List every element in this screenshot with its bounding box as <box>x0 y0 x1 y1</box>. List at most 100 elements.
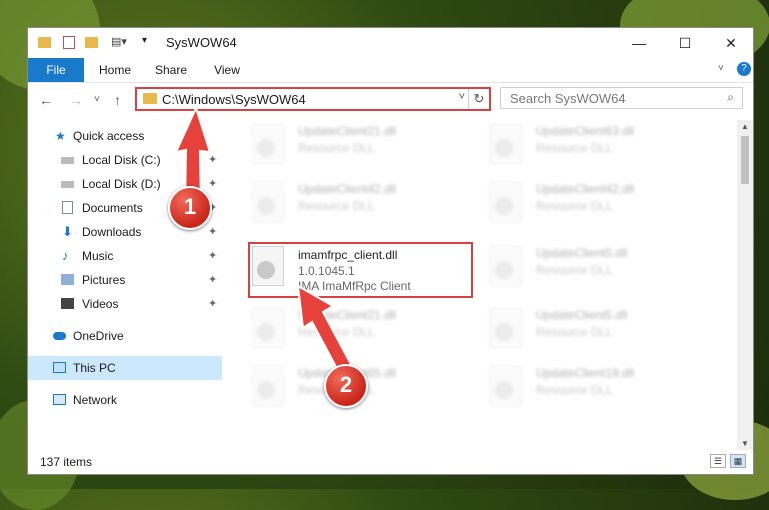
dll-file-icon <box>252 308 284 348</box>
sidebar-item-videos[interactable]: Videos ✦ <box>28 292 222 316</box>
dll-file-icon <box>490 246 522 286</box>
scroll-down-icon[interactable]: ▼ <box>741 439 749 448</box>
sidebar-item-onedrive[interactable]: OneDrive <box>28 324 222 348</box>
dll-file-icon <box>252 182 284 222</box>
file-name: UpdateClient5.dll <box>536 308 628 322</box>
sidebar-item-pictures[interactable]: Pictures ✦ <box>28 268 222 292</box>
tab-view[interactable]: View <box>204 58 250 82</box>
file-name: UpdateClient42.dll <box>536 182 635 196</box>
sidebar-item-local-disk-c[interactable]: Local Disk (C:) ✦ <box>28 148 222 172</box>
dll-file-icon <box>490 366 522 406</box>
list-item[interactable]: UpdateClient42.dll Resource DLL <box>242 178 472 234</box>
list-item[interactable]: UpdateClient5.dll Resource DLL <box>480 242 710 298</box>
cloud-icon <box>53 332 66 340</box>
file-highlight-box <box>248 242 473 298</box>
new-folder-icon[interactable] <box>85 37 98 48</box>
pin-icon[interactable]: ✦ <box>208 292 217 316</box>
back-arrow-icon[interactable]: ← <box>39 92 53 108</box>
videos-icon <box>61 298 74 309</box>
drive-icon <box>61 157 74 164</box>
pin-icon[interactable]: ✦ <box>208 172 217 196</box>
refresh-icon[interactable]: ↻ <box>468 89 489 109</box>
scroll-up-icon[interactable]: ▲ <box>741 122 749 131</box>
explorer-window: ▤▾ ▾ SysWOW64 — ☐ ✕ File Home Share View… <box>27 27 754 475</box>
close-button[interactable]: ✕ <box>708 28 754 58</box>
scrollbar-thumb[interactable] <box>741 136 749 184</box>
file-description: Resource DLL <box>536 199 613 213</box>
forward-arrow-icon[interactable]: → <box>69 92 83 108</box>
properties-icon[interactable] <box>63 36 75 49</box>
list-item[interactable]: UpdateClient5.dll Resource DLL <box>480 304 710 360</box>
sidebar-item-label: Videos <box>82 297 119 311</box>
customize-toolbar-icon[interactable]: ▤▾ <box>111 35 127 48</box>
sidebar-item-label: This PC <box>73 361 116 375</box>
sidebar-item-label: Pictures <box>82 273 126 287</box>
star-icon: ★ <box>55 129 66 143</box>
sidebar-item-label: Local Disk (C:) <box>82 153 161 167</box>
list-item[interactable]: UpdateClient42.dll Resource DLL <box>480 178 710 234</box>
list-item[interactable]: UpdateClient21.dll Resource DLL <box>242 120 472 176</box>
drive-icon <box>61 181 74 188</box>
pictures-icon <box>61 274 74 285</box>
tiles-view-icon[interactable]: ▦ <box>730 454 746 468</box>
file-description: Resource DLL <box>298 199 375 213</box>
maximize-button[interactable]: ☐ <box>662 28 708 58</box>
minimize-button[interactable]: — <box>616 28 662 58</box>
address-path[interactable]: C:\Windows\SysWOW64 <box>162 92 306 107</box>
sidebar-item-music[interactable]: ♪ Music ✦ <box>28 244 222 268</box>
sidebar-item-quick-access[interactable]: ★ Quick access <box>28 124 222 148</box>
vertical-scrollbar[interactable]: ▲ ▼ <box>737 120 753 450</box>
pin-icon[interactable]: ✦ <box>208 244 217 268</box>
tab-file[interactable]: File <box>28 58 84 82</box>
file-description: Resource DLL <box>298 325 375 339</box>
dll-file-icon <box>490 182 522 222</box>
sidebar-item-label: Network <box>73 393 118 407</box>
sidebar-item-network[interactable]: Network <box>28 388 222 412</box>
chevron-down-icon[interactable]: ˅ <box>718 63 724 74</box>
step-2-badge: 2 <box>324 364 368 408</box>
list-item[interactable]: UpdateClient21.dll Resource DLL <box>242 304 472 360</box>
network-icon <box>53 394 66 405</box>
file-name: UpdateClient5.dll <box>536 246 628 260</box>
list-item[interactable]: UpdateClient19.dll Resource DLL <box>480 362 710 418</box>
pin-icon[interactable]: ✦ <box>208 148 217 172</box>
step-1-badge: 1 <box>168 186 212 230</box>
dll-file-icon <box>490 124 522 164</box>
file-description: Resource DLL <box>536 383 613 397</box>
search-placeholder: Search SysWOW64 <box>510 91 626 106</box>
tab-home[interactable]: Home <box>90 58 140 82</box>
dll-file-icon <box>490 308 522 348</box>
sidebar-item-label: Music <box>82 249 114 263</box>
pin-icon[interactable]: ✦ <box>208 220 217 244</box>
file-description: Resource DLL <box>298 141 375 155</box>
file-name: UpdateClient63.dll <box>536 124 635 138</box>
recent-locations-icon[interactable]: ˅ <box>94 94 100 105</box>
dll-file-icon <box>252 366 284 406</box>
list-item[interactable]: UpdateClient63.dll Resource DLL <box>480 120 710 176</box>
music-icon: ♪ <box>62 248 69 263</box>
sidebar-item-label: Local Disk (D:) <box>82 177 161 191</box>
tab-share[interactable]: Share <box>146 58 196 82</box>
chevron-down-icon[interactable]: ˅ <box>459 91 465 103</box>
up-arrow-icon[interactable]: ↑ <box>114 92 121 108</box>
download-icon: ⬇ <box>62 224 73 239</box>
file-name: UpdateClient42.dll <box>298 182 397 196</box>
address-bar[interactable]: C:\Windows\SysWOW64 ˅ ↻ <box>135 87 491 111</box>
details-view-icon[interactable]: ☰ <box>710 454 726 468</box>
search-input[interactable]: Search SysWOW64 ⌕ <box>500 87 743 109</box>
window-title: SysWOW64 <box>166 35 237 50</box>
file-name: UpdateClient21.dll <box>298 308 397 322</box>
sidebar-item-label: Downloads <box>82 225 142 239</box>
file-name: UpdateClient19.dll <box>536 366 635 380</box>
sidebar-item-this-pc[interactable]: This PC <box>28 356 222 380</box>
help-icon[interactable]: ? <box>737 62 751 76</box>
search-icon[interactable]: ⌕ <box>727 90 734 105</box>
pin-icon[interactable]: ✦ <box>208 268 217 292</box>
computer-icon <box>53 362 66 373</box>
navigation-pane: ★ Quick access Local Disk (C:) ✦ Local D… <box>28 120 222 430</box>
chevron-down-icon[interactable]: ▾ <box>142 35 147 46</box>
file-name: UpdateClient21.dll <box>298 124 397 138</box>
title-bar: ▤▾ ▾ SysWOW64 — ☐ ✕ <box>28 28 753 58</box>
status-bar: 137 items ☰ ▦ <box>28 450 753 474</box>
folder-icon <box>143 93 157 104</box>
